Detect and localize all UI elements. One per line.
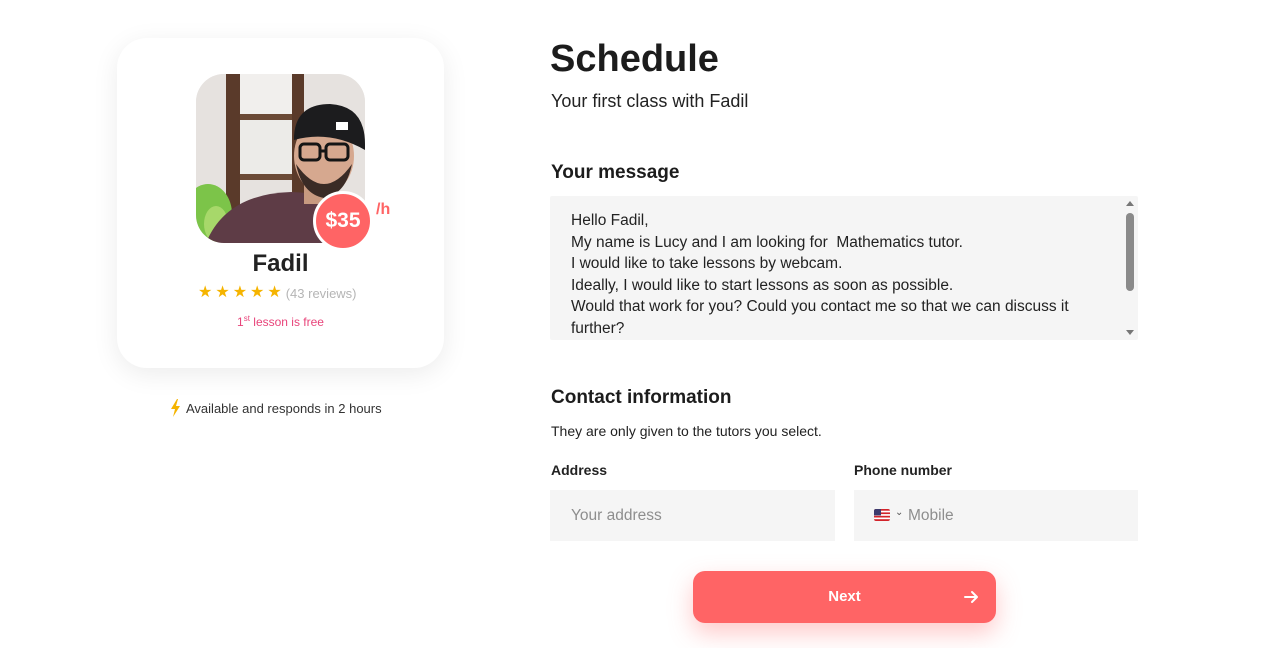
free-ordinal: 1 [237, 315, 244, 329]
star-icon: ★ [267, 284, 282, 301]
star-icon: ★ [215, 284, 230, 301]
us-flag-icon[interactable] [874, 509, 890, 521]
address-label: Address [551, 462, 608, 478]
next-label: Next [828, 588, 861, 605]
phone-field: ⌄ [854, 490, 1138, 541]
price-value: $35 [325, 209, 361, 232]
tutor-name: Fadil [252, 250, 309, 277]
star-icon: ★ [232, 284, 248, 301]
scroll-thumb[interactable] [1126, 213, 1134, 291]
message-text[interactable]: Hello Fadil, My name is Lucy and I am lo… [571, 210, 1106, 339]
free-text: lesson is free [249, 315, 324, 329]
availability-text: Available and responds in 2 hours [186, 400, 382, 416]
star-icon: ★ [250, 284, 265, 301]
contact-note: They are only given to the tutors you se… [551, 423, 822, 439]
star-icon: ★ [198, 284, 213, 301]
lightning-icon [171, 399, 180, 417]
arrow-right-icon [964, 591, 978, 603]
message-scrollbar[interactable] [1122, 196, 1138, 340]
price-badge: $35 [313, 191, 373, 251]
scroll-up-arrow-icon[interactable] [1126, 201, 1134, 206]
review-count: (43 reviews) [285, 285, 357, 301]
price-unit: /h [376, 201, 391, 218]
next-button[interactable]: Next [693, 571, 996, 623]
availability: Available and responds in 2 hours [170, 399, 382, 417]
contact-heading: Contact information [551, 387, 732, 408]
rating: ★ ★ ★ ★ ★ (43 reviews) [198, 285, 357, 301]
message-heading: Your message [551, 162, 680, 183]
chevron-down-icon[interactable]: ⌄ [895, 507, 903, 518]
tutor-card: $35 /h Fadil ★ ★ ★ ★ ★ (43 reviews) 1st … [117, 38, 444, 368]
page-subtitle: Your first class with Fadil [551, 91, 749, 111]
page-title: Schedule [550, 38, 719, 80]
phone-label: Phone number [854, 462, 953, 478]
phone-input[interactable] [908, 490, 1128, 541]
free-lesson-note: 1st lesson is free [117, 314, 444, 329]
address-input[interactable] [550, 490, 835, 541]
message-textarea[interactable]: Hello Fadil, My name is Lucy and I am lo… [550, 196, 1138, 340]
scroll-down-arrow-icon[interactable] [1126, 330, 1134, 335]
